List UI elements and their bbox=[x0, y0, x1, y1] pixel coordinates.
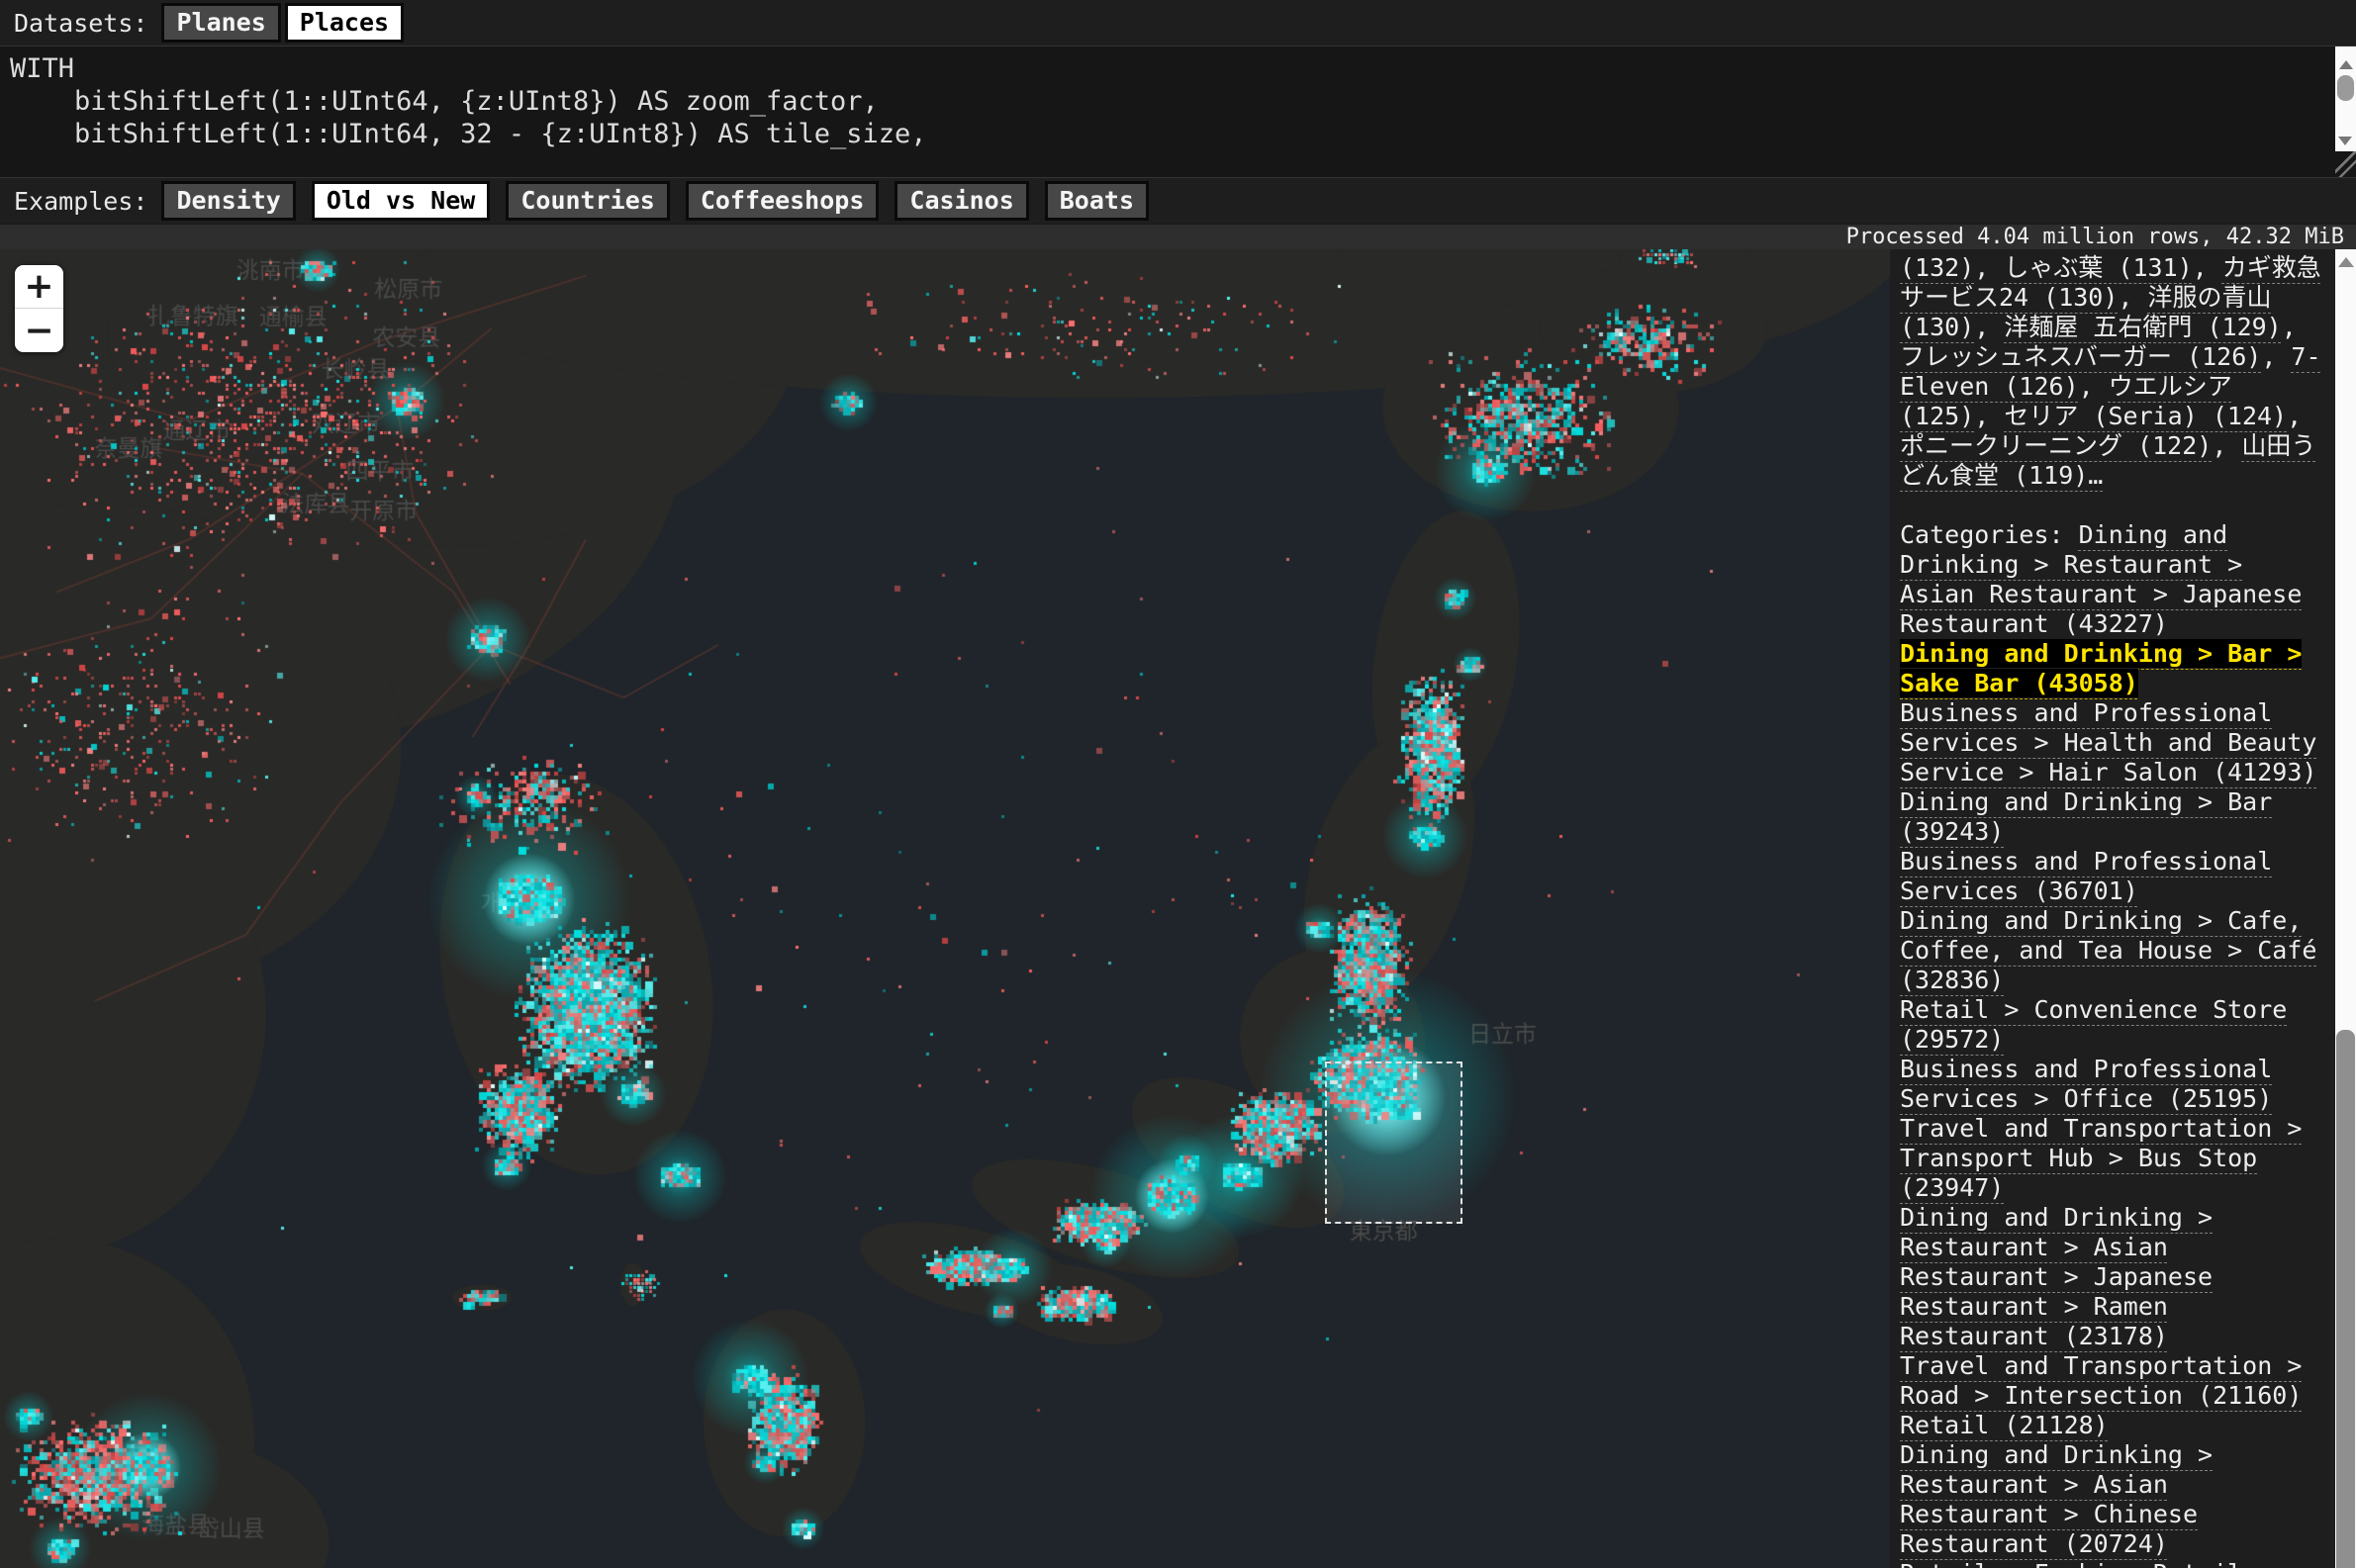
category-link[interactable]: Dining and Drinking > Bar (39243) bbox=[1900, 787, 2272, 846]
map-zoom-control: + − bbox=[15, 265, 63, 352]
category-link[interactable]: Business and Professional Services > Off… bbox=[1900, 1055, 2272, 1113]
brand-link[interactable]: 洋麺屋 五右衛門 (129) bbox=[2004, 313, 2281, 341]
map-canvas[interactable] bbox=[0, 249, 1890, 1568]
example-button-boats[interactable]: Boats bbox=[1045, 181, 1149, 222]
examples-bar: Examples: Density Old vs New Countries Coff… bbox=[0, 178, 2356, 224]
dataset-button-planes[interactable]: Planes bbox=[161, 3, 280, 44]
example-button-old-vs-new[interactable]: Old vs New bbox=[312, 181, 491, 222]
example-button-density[interactable]: Density bbox=[161, 181, 295, 222]
category-link[interactable]: Dining and Drinking > Cafe, Coffee, and … bbox=[1900, 906, 2316, 994]
sidebar-scrollbar-thumb[interactable] bbox=[2336, 1030, 2355, 1568]
zoom-in-button[interactable]: + bbox=[15, 265, 63, 309]
query-stats-text: Processed 4.04 million rows, 42.32 MiB bbox=[1846, 225, 2344, 249]
map[interactable]: + − bbox=[0, 249, 1890, 1568]
category-link[interactable]: Dining and Drinking > Restaurant > Asian… bbox=[1900, 1440, 2213, 1558]
scroll-up-arrow-icon[interactable] bbox=[2339, 60, 2353, 69]
categories-label: Categories: bbox=[1900, 520, 2079, 549]
datasets-buttons: PlanesPlaces bbox=[161, 3, 408, 44]
sql-scrollbar-thumb[interactable] bbox=[2337, 75, 2354, 101]
category-link[interactable]: Retail > Convenience Store (29572) bbox=[1900, 995, 2287, 1054]
category-link[interactable]: Travel and Transportation > Transport Hu… bbox=[1900, 1114, 2302, 1202]
category-link[interactable]: Retail > Fashion Retail > Clothing Store… bbox=[1900, 1559, 2272, 1568]
example-button-countries[interactable]: Countries bbox=[506, 181, 669, 222]
main-content: + − (132), しゃぶ葉 (131), カギ救急サービス24 (130),… bbox=[0, 249, 2356, 1568]
dataset-button-places[interactable]: Places bbox=[285, 3, 404, 44]
brands-list: (132), しゃぶ葉 (131), カギ救急サービス24 (130), 洋服の… bbox=[1900, 253, 2323, 491]
results-sidebar: (132), しゃぶ葉 (131), カギ救急サービス24 (130), 洋服の… bbox=[1890, 249, 2335, 1568]
category-link[interactable]: Business and Professional Services > Hea… bbox=[1900, 698, 2316, 786]
sql-editor[interactable] bbox=[0, 46, 2335, 177]
scrollbar-up-arrow-icon[interactable] bbox=[2338, 257, 2354, 267]
brand-link[interactable]: セリア (Seria) (124) bbox=[2004, 402, 2287, 430]
brand-link[interactable]: (132) bbox=[1900, 253, 1974, 282]
example-button-coffeeshops[interactable]: Coffeeshops bbox=[686, 181, 880, 222]
brand-link[interactable]: フレッシュネスバーガー (126) bbox=[1900, 342, 2261, 371]
map-selection-box[interactable] bbox=[1325, 1061, 1462, 1224]
sql-editor-area bbox=[0, 46, 2356, 178]
examples-label: Examples: bbox=[14, 187, 147, 216]
category-link[interactable]: Dining and Drinking > Restaurant > Asian… bbox=[1900, 1203, 2213, 1350]
category-link-highlighted[interactable]: Dining and Drinking > Bar > Sake Bar (43… bbox=[1900, 639, 2302, 697]
category-link[interactable]: Retail (21128) bbox=[1900, 1411, 2109, 1439]
sql-editor-scrollbar[interactable] bbox=[2335, 46, 2356, 151]
datasets-label: Datasets: bbox=[14, 9, 147, 38]
example-button-casinos[interactable]: Casinos bbox=[895, 181, 1028, 222]
sql-editor-resize-grip[interactable] bbox=[2335, 151, 2356, 177]
brand-link[interactable]: しゃぶ葉 (131) bbox=[2004, 253, 2192, 282]
brand-link[interactable]: ポニークリーニング (122) bbox=[1900, 431, 2212, 460]
scroll-down-arrow-icon[interactable] bbox=[2338, 137, 2352, 145]
sidebar-scrollbar[interactable] bbox=[2335, 249, 2356, 1568]
datasets-bar: Datasets: PlanesPlaces bbox=[0, 0, 2356, 46]
category-link[interactable]: Business and Professional Services (3670… bbox=[1900, 847, 2272, 905]
examples-buttons: Density Old vs New Countries Coffeeshops Cas… bbox=[161, 181, 1165, 222]
status-bar: Processed 4.04 million rows, 42.32 MiB bbox=[0, 224, 2356, 249]
categories-list: Categories: Dining and Drinking > Restau… bbox=[1900, 520, 2323, 1568]
category-link[interactable]: Travel and Transportation > Road > Inter… bbox=[1900, 1351, 2302, 1410]
zoom-out-button[interactable]: − bbox=[15, 309, 63, 352]
